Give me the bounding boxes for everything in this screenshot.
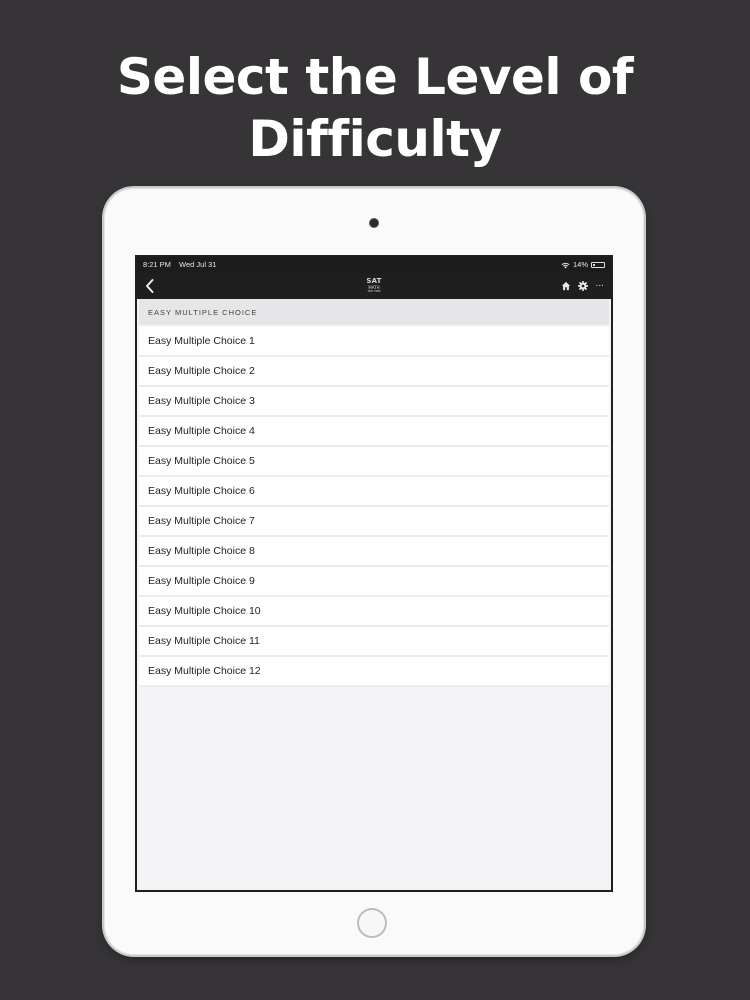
status-indicators: 14%: [561, 257, 605, 273]
back-icon[interactable]: [143, 277, 157, 295]
logo-line-1: SAT: [366, 277, 382, 285]
list-item-easy-4[interactable]: Easy Multiple Choice 4: [139, 417, 609, 447]
logo-line-3: TEST PREP: [367, 290, 381, 293]
app-screen: 8:21 PM Wed Jul 31 14% SAT MATH TEST PRE…: [135, 255, 613, 892]
app-logo: SAT MATH TEST PREP: [364, 277, 384, 294]
home-nav-button[interactable]: [560, 281, 571, 292]
settings-button[interactable]: [577, 281, 588, 292]
level-list: EASY MULTIPLE CHOICE Easy Multiple Choic…: [139, 299, 609, 687]
list-item-easy-6[interactable]: Easy Multiple Choice 6: [139, 477, 609, 507]
status-date: Wed Jul 31: [179, 260, 217, 269]
status-time: 8:21 PM: [143, 260, 171, 269]
camera-icon: [370, 219, 378, 227]
battery-percent: 14%: [572, 260, 588, 269]
list-item-easy-5[interactable]: Easy Multiple Choice 5: [139, 447, 609, 477]
wifi-icon: [561, 262, 570, 268]
status-time-date: 8:21 PM Wed Jul 31: [143, 257, 216, 273]
home-button[interactable]: [357, 908, 387, 938]
list-item-easy-12[interactable]: Easy Multiple Choice 12: [139, 657, 609, 687]
battery-icon: [591, 262, 605, 268]
headline-line-2: Difficulty: [248, 110, 502, 168]
list-item-easy-9[interactable]: Easy Multiple Choice 9: [139, 567, 609, 597]
status-bar: 8:21 PM Wed Jul 31 14%: [137, 257, 611, 273]
headline: Select the Level of Difficulty: [0, 46, 750, 170]
home-icon: [561, 281, 570, 291]
list-item-easy-3[interactable]: Easy Multiple Choice 3: [139, 387, 609, 417]
gear-icon: [577, 281, 588, 291]
section-header: EASY MULTIPLE CHOICE: [139, 299, 609, 327]
navigation-bar: SAT MATH TEST PREP ···: [137, 273, 611, 299]
list-item-easy-2[interactable]: Easy Multiple Choice 2: [139, 357, 609, 387]
more-icon[interactable]: ···: [594, 281, 605, 292]
list-item-easy-8[interactable]: Easy Multiple Choice 8: [139, 537, 609, 567]
list-item-easy-7[interactable]: Easy Multiple Choice 7: [139, 507, 609, 537]
list-item-easy-11[interactable]: Easy Multiple Choice 11: [139, 627, 609, 657]
list-item-easy-10[interactable]: Easy Multiple Choice 10: [139, 597, 609, 627]
headline-line-1: Select the Level of: [116, 48, 634, 106]
nav-actions: ···: [554, 273, 605, 299]
list-item-easy-1[interactable]: Easy Multiple Choice 1: [139, 327, 609, 357]
